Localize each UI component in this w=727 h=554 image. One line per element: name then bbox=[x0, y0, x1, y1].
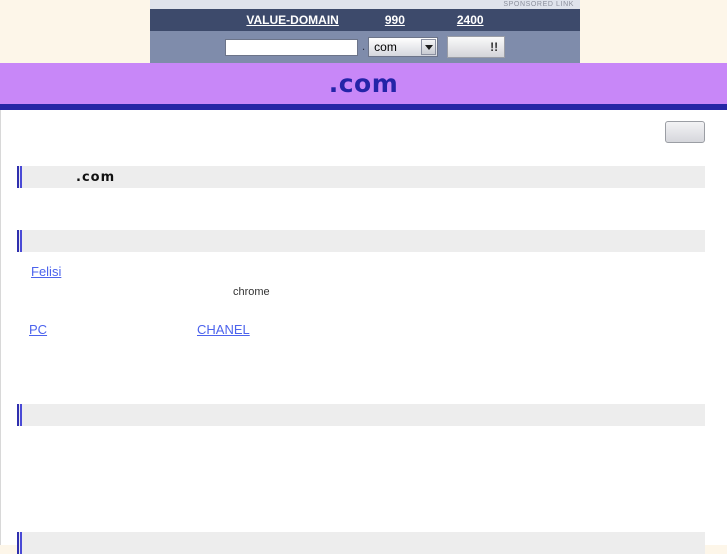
tld-select[interactable]: com bbox=[368, 37, 439, 57]
tld-select-value: com bbox=[374, 40, 397, 54]
section-header-2 bbox=[17, 230, 705, 252]
section-header-4 bbox=[17, 532, 705, 554]
link-felisi[interactable]: Felisi bbox=[31, 264, 61, 279]
ad-price-2400[interactable]: 2400 bbox=[457, 13, 484, 27]
dot-separator: . bbox=[361, 38, 366, 53]
chrome-note-text: chrome bbox=[233, 286, 270, 298]
section-marker-icon bbox=[17, 404, 24, 426]
sponsored-ad-banner: SPONSORED LINK VALUE-DOMAIN 990 2400 . c… bbox=[150, 0, 580, 63]
section-title-1: .com bbox=[76, 169, 116, 185]
ad-search-form: . com !! bbox=[150, 31, 580, 63]
section-marker-icon bbox=[17, 230, 24, 252]
sponsored-link-label: SPONSORED LINK bbox=[503, 1, 574, 8]
sponsored-strip: SPONSORED LINK bbox=[150, 0, 580, 9]
page-title: .com bbox=[328, 69, 399, 98]
section-marker-icon bbox=[17, 166, 24, 188]
submit-button-label: !! bbox=[490, 40, 499, 54]
main-content: .com Felisi chrome PC CHANEL bbox=[0, 110, 727, 554]
toolbar-blank-button[interactable] bbox=[665, 121, 705, 143]
keyword-link-row-1: Felisi chrome bbox=[17, 264, 705, 322]
link-pc[interactable]: PC bbox=[29, 322, 47, 337]
section-header-3 bbox=[17, 404, 705, 426]
domain-search-submit-button[interactable]: !! bbox=[447, 36, 506, 58]
page-header: .com bbox=[0, 63, 727, 104]
ad-price-990[interactable]: 990 bbox=[385, 13, 405, 27]
link-chanel[interactable]: CHANEL bbox=[197, 322, 250, 337]
section-marker-icon bbox=[17, 532, 24, 554]
domain-search-input[interactable] bbox=[224, 38, 358, 56]
ad-brand-title[interactable]: VALUE-DOMAIN bbox=[246, 13, 338, 27]
section-header-1: .com bbox=[17, 166, 705, 188]
keyword-link-row-3 bbox=[17, 442, 705, 468]
chevron-down-icon[interactable] bbox=[421, 39, 437, 55]
keyword-link-row-2: PC CHANEL bbox=[17, 322, 705, 348]
toolbar-row bbox=[1, 110, 727, 148]
ad-title-bar: VALUE-DOMAIN 990 2400 bbox=[150, 9, 580, 31]
